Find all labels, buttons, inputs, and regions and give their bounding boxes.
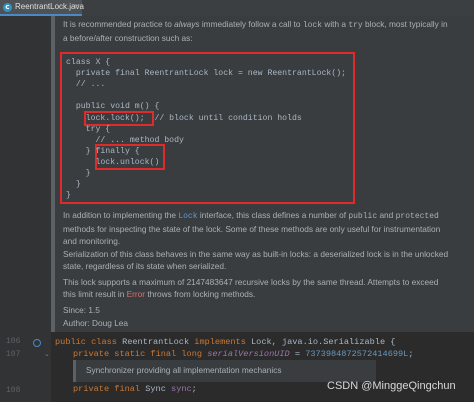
close-tab-icon[interactable]: ×	[73, 2, 80, 11]
code-line: public void m() {	[66, 102, 160, 111]
javadoc-intro: It is recommended practice to always imm…	[63, 19, 448, 43]
code-line: }	[66, 169, 91, 178]
line-number: 106	[6, 337, 21, 346]
javadoc-since: Since: 1.5	[63, 305, 100, 315]
code-line: lock.unlock()	[66, 158, 160, 167]
code-line: }	[66, 180, 81, 189]
code-line: try {	[66, 125, 111, 134]
javadoc-paragraph-lock-interface: In addition to implementing the Lock int…	[63, 210, 441, 246]
code-line: lock.lock(); // block until condition ho…	[66, 114, 302, 123]
lock-interface-link[interactable]: Lock	[178, 212, 197, 221]
line-number: 108	[6, 386, 21, 395]
code-line: // ...	[66, 80, 106, 89]
javadoc-author: Author: Doug Lea	[63, 318, 129, 328]
watermark: CSDN @MinggeQingchun	[327, 380, 456, 392]
code-line: // ... method body	[66, 136, 184, 145]
gutter	[0, 16, 51, 332]
field-doc-text: Synchronizer providing all implementatio…	[86, 365, 282, 375]
java-class-icon: c	[3, 3, 12, 12]
error-link[interactable]: Error	[127, 289, 145, 299]
fold-icon[interactable]: ⌄	[44, 350, 50, 358]
rendered-field-javadoc: Synchronizer providing all implementatio…	[73, 360, 376, 382]
javadoc-paragraph-max-locks: This lock supports a maximum of 21474836…	[63, 277, 439, 299]
code-line: private final ReentrantLock lock = new R…	[66, 69, 347, 78]
code-line: } finally {	[66, 147, 140, 156]
implements-gutter-icon[interactable]	[33, 339, 41, 347]
tab-reentrantlock[interactable]: c ReentrantLock.java ×	[0, 0, 84, 16]
source-line-serial-version: private static final long serialVersionU…	[73, 349, 414, 359]
source-line-class-declaration: public class ReentrantLock implements Lo…	[55, 337, 396, 347]
editor-tab-bar: c ReentrantLock.java ×	[0, 0, 474, 16]
code-line: }	[66, 191, 71, 200]
source-line-sync-field: private final Sync sync;	[73, 384, 197, 394]
code-line: class X {	[66, 58, 111, 67]
line-number: 107	[6, 350, 21, 359]
javadoc-paragraph-serialization: Serialization of this class behaves in t…	[63, 249, 449, 271]
